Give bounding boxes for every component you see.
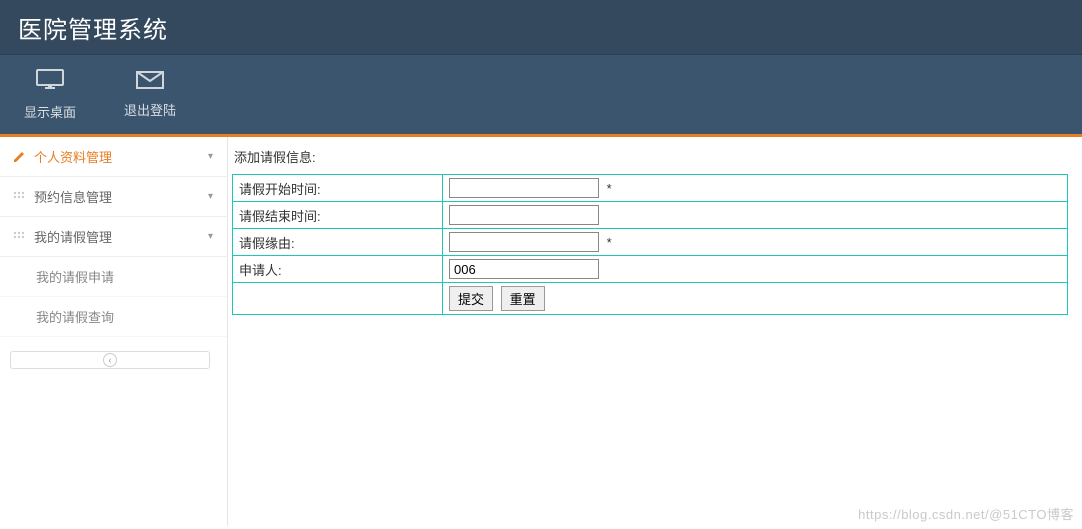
chevron-down-icon: ▾ (208, 191, 213, 202)
form-title: 添加请假信息: (232, 147, 1082, 174)
form-label: 请假缘由: (233, 229, 443, 256)
toolbar: 显示桌面 退出登陆 (0, 55, 1082, 137)
leave-form: 请假开始时间: * 请假结束时间: 请假缘由: * 申 (232, 174, 1068, 315)
sidebar-subitem-label: 我的请假查询 (36, 307, 114, 326)
sidebar-subitem-leave-query[interactable]: 我的请假查询 (0, 297, 227, 337)
form-label: 请假结束时间: (233, 202, 443, 229)
reason-input[interactable] (449, 232, 599, 252)
sidebar-subitem-label: 我的请假申请 (36, 267, 114, 286)
app-header: 医院管理系统 (0, 0, 1082, 55)
form-row: 请假结束时间: (233, 202, 1068, 229)
form-row: 请假缘由: * (233, 229, 1068, 256)
chevron-down-icon: ▾ (208, 151, 213, 162)
reset-button[interactable]: 重置 (501, 286, 545, 311)
envelope-icon (136, 71, 164, 92)
sidebar-item-label: 个人资料管理 (34, 147, 112, 166)
chevron-down-icon: ▾ (208, 231, 213, 242)
sidebar-collapse-handle[interactable]: ‹ (10, 351, 210, 369)
start-time-input[interactable] (449, 178, 599, 198)
sidebar-item-label: 我的请假管理 (34, 227, 112, 246)
sidebar: 个人资料管理 ▾ 预约信息管理 ▾ 我的请假管理 ▾ 我的请假申请 (0, 137, 228, 526)
end-time-input[interactable] (449, 205, 599, 225)
monitor-icon (36, 69, 64, 94)
chevron-left-icon: ‹ (103, 353, 117, 367)
toolbar-desktop-label: 显示桌面 (24, 102, 76, 121)
sidebar-item-label: 预约信息管理 (34, 187, 112, 206)
required-mark: * (607, 235, 612, 250)
form-row-actions: 提交 重置 (233, 283, 1068, 315)
grid-icon (12, 190, 26, 204)
show-desktop-button[interactable]: 显示桌面 (0, 55, 100, 134)
applicant-input[interactable] (449, 259, 599, 279)
form-row: 请假开始时间: * (233, 175, 1068, 202)
sidebar-item-profile[interactable]: 个人资料管理 ▾ (0, 137, 227, 177)
form-label: 请假开始时间: (233, 175, 443, 202)
body: 个人资料管理 ▾ 预约信息管理 ▾ 我的请假管理 ▾ 我的请假申请 (0, 137, 1082, 526)
form-label: 申请人: (233, 256, 443, 283)
grid-icon (12, 230, 26, 244)
sidebar-item-leave[interactable]: 我的请假管理 ▾ (0, 217, 227, 257)
toolbar-logout-label: 退出登陆 (124, 100, 176, 119)
form-row: 申请人: (233, 256, 1068, 283)
pencil-icon (12, 150, 26, 164)
main-content: 添加请假信息: 请假开始时间: * 请假结束时间: 请假缘由: * (228, 137, 1082, 526)
sidebar-subitem-leave-apply[interactable]: 我的请假申请 (0, 257, 227, 297)
sidebar-item-appointment[interactable]: 预约信息管理 ▾ (0, 177, 227, 217)
logout-button[interactable]: 退出登陆 (100, 55, 200, 134)
form-empty-cell (233, 283, 443, 315)
submit-button[interactable]: 提交 (449, 286, 493, 311)
app-title: 医院管理系统 (18, 10, 168, 45)
required-mark: * (607, 181, 612, 196)
